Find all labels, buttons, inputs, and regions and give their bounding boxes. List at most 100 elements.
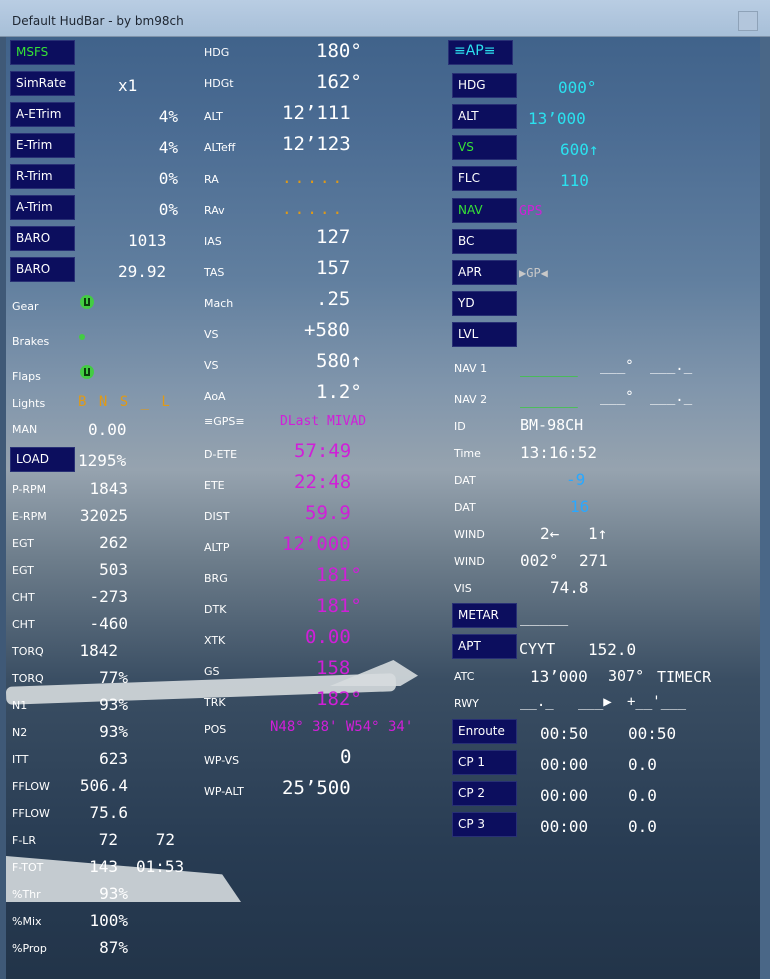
ete-label: ETE (204, 479, 225, 492)
rav-value: ..... (282, 199, 346, 218)
torq2-value: 77% (99, 668, 128, 687)
aetrim-button[interactable]: A-ETrim (10, 102, 75, 127)
rtrim-button[interactable]: R-Trim (10, 164, 75, 189)
wind1-headwind-value: 1↑ (588, 524, 608, 543)
lights-label: Lights (12, 397, 46, 410)
cht1-label: CHT (12, 591, 35, 604)
trk-label: TRK (204, 696, 226, 709)
cht2-value: -460 (89, 614, 128, 633)
wpalt-value: 25’500 (282, 777, 351, 799)
nav1-label: NAV 1 (454, 362, 488, 375)
vis-value: 74.8 (550, 578, 589, 597)
fflow1-value: 506.4 (79, 776, 128, 795)
metar-button[interactable]: METAR (452, 603, 517, 628)
cp1-dist-value: 0.0 (628, 755, 657, 774)
cp2-dist-value: 0.0 (628, 786, 657, 805)
apt-button[interactable]: APT (452, 634, 517, 659)
wind1-crosswind-value: 2← (540, 524, 560, 543)
enroute-time-value: 00:50 (540, 724, 589, 743)
ap-apr-gp-value: ▶GP◀ (519, 266, 548, 280)
dete-value: 57:49 (294, 440, 352, 462)
ap-nav-source-value: GPS (519, 204, 543, 219)
baro-inhg-value: 29.92 (118, 262, 167, 281)
ap-button[interactable]: ≡AP≡ (448, 40, 513, 65)
baro-inhg-button[interactable]: BARO (10, 257, 75, 282)
alt-value: 12’111 (282, 102, 351, 124)
xtk-value: 0.00 (305, 626, 351, 648)
wind2-label: WIND (454, 555, 485, 568)
gps-waypoints-value: DLast MIVAD (280, 414, 367, 429)
window-frame-left (0, 37, 6, 979)
fflow2-label: FFLOW (12, 807, 50, 820)
hdg-label: HDG (204, 46, 230, 59)
aetrim-value: 4% (158, 107, 178, 126)
cp2-button[interactable]: CP 2 (452, 781, 517, 806)
itt-label: ITT (12, 753, 29, 766)
dist-label: DIST (204, 510, 230, 523)
rwy-offset-value: +__'___ (627, 694, 687, 710)
etrim-button[interactable]: E-Trim (10, 133, 75, 158)
enroute-button[interactable]: Enroute (452, 719, 517, 744)
msfs-button[interactable]: MSFS (10, 40, 75, 65)
egt2-label: EGT (12, 564, 34, 577)
atc-hdg-value: 307° (608, 667, 645, 685)
alt-label: ALT (204, 110, 223, 123)
load-button[interactable]: LOAD (10, 447, 75, 472)
atrim-value: 0% (158, 200, 178, 219)
n2-label: N2 (12, 726, 28, 739)
hdgt-value: 162° (316, 71, 362, 93)
man-value: 0.00 (88, 420, 127, 439)
time-value: 13:16:52 (520, 443, 598, 462)
hdg-value: 180° (316, 40, 362, 62)
ap-alt-button[interactable]: ALT (452, 104, 517, 129)
ap-nav-button[interactable]: NAV (452, 198, 517, 223)
itt-value: 623 (99, 749, 128, 768)
wpalt-label: WP-ALT (204, 785, 244, 798)
mix-value: 100% (89, 911, 128, 930)
flr-left-value: 72 (98, 830, 118, 849)
cht2-label: CHT (12, 618, 35, 631)
load-value: 1295% (78, 451, 127, 470)
ap-yd-button[interactable]: YD (452, 291, 517, 316)
etrim-value: 4% (158, 138, 178, 157)
time-label: Time (454, 447, 481, 460)
baro-hpa-button[interactable]: BARO (10, 226, 75, 251)
vs2-label: VS (204, 359, 219, 372)
dat1-label: DAT (454, 474, 476, 487)
cp3-button[interactable]: CP 3 (452, 812, 517, 837)
ete-value: 22:48 (294, 471, 352, 493)
dat2-label: DAT (454, 501, 476, 514)
simrate-button[interactable]: SimRate (10, 71, 75, 96)
ap-bc-button[interactable]: BC (452, 229, 517, 254)
thr-label: %Thr (12, 888, 41, 901)
cp1-button[interactable]: CP 1 (452, 750, 517, 775)
prop-value: 87% (99, 938, 128, 957)
man-label: MAN (12, 423, 38, 436)
torq1-value: 1842 (79, 641, 118, 660)
aoa-label: AoA (204, 390, 226, 403)
mach-value: .25 (316, 288, 351, 310)
title-bar: Default HudBar - by bm98ch (0, 0, 770, 37)
ap-vs-button[interactable]: VS (452, 135, 517, 160)
ap-hdg-value: 000° (558, 78, 597, 97)
rav-label: RAv (204, 204, 225, 217)
window-frame-right (760, 37, 770, 979)
ap-flc-button[interactable]: FLC (452, 166, 517, 191)
ap-apr-button[interactable]: APR (452, 260, 517, 285)
nav2-id-value: ______ (520, 389, 578, 408)
wpvs-label: WP-VS (204, 754, 240, 767)
torq2-label: TORQ (12, 672, 44, 685)
brg-value: 181° (316, 564, 362, 586)
ap-hdg-button[interactable]: HDG (452, 73, 517, 98)
apt-freq-value: 152.0 (588, 640, 637, 659)
ap-lvl-button[interactable]: LVL (452, 322, 517, 347)
prop-label: %Prop (12, 942, 47, 955)
cp3-time-value: 00:00 (540, 817, 589, 836)
mix-label: %Mix (12, 915, 42, 928)
fflow1-label: FFLOW (12, 780, 50, 793)
vis-label: VIS (454, 582, 472, 595)
dat1-value: -9 (566, 470, 586, 489)
gs-value: 158 (316, 657, 351, 679)
atrim-button[interactable]: A-Trim (10, 195, 75, 220)
close-button[interactable] (738, 11, 758, 31)
